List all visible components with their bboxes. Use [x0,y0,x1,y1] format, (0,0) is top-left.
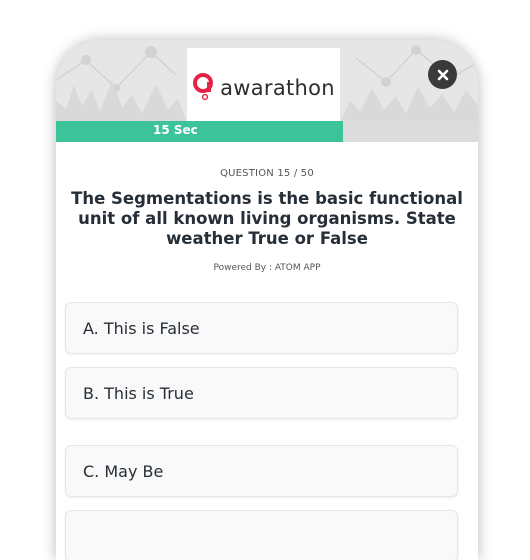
powered-by-label: Powered By : ATOM APP [213,263,321,273]
answer-option-label: A. This is False [83,318,200,338]
timer-bar: 15 Sec [56,121,478,142]
timer-progress-fill [56,121,343,142]
logo-icon [192,71,218,101]
answer-option-d[interactable] [65,510,458,560]
answer-option-label: C. May Be [83,461,164,481]
answer-option-label: B. This is True [83,383,194,403]
logo-text: awarathon [220,76,335,100]
answer-option-b[interactable]: B. This is True [65,367,458,419]
close-button[interactable] [428,60,457,89]
question-text: The Segmentations is the basic functiona… [71,189,463,248]
close-icon [437,69,448,80]
brand-logo: awarathon [187,48,340,124]
quiz-screen: awarathon 15 Sec QUESTION 15 / 50 The Se… [56,40,478,560]
timer-label: 15 Sec [153,123,198,137]
answer-option-c[interactable]: C. May Be [65,445,458,497]
answer-option-a[interactable]: A. This is False [65,302,458,354]
question-counter: QUESTION 15 / 50 [220,168,314,179]
